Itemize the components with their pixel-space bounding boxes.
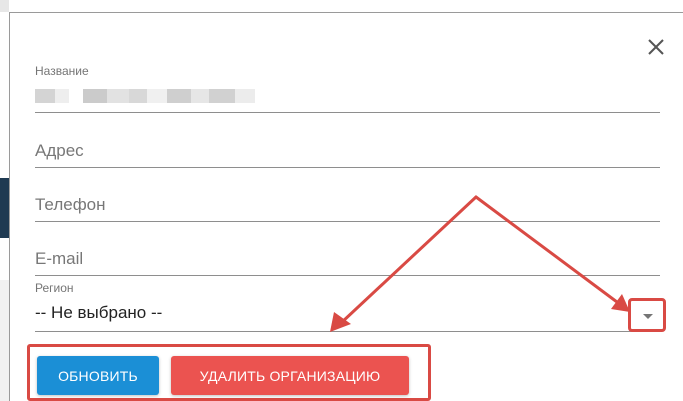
caret-down-icon	[643, 314, 653, 319]
close-button[interactable]	[644, 35, 668, 59]
screenshot-stage: Название Адрес Телефон E-mail Регион --	[0, 0, 683, 401]
email-field[interactable]: E-mail	[35, 236, 660, 276]
name-field-label: Название	[35, 64, 89, 78]
close-icon	[648, 39, 664, 55]
address-field[interactable]: Адрес	[35, 128, 660, 168]
name-field-underline	[35, 112, 660, 113]
region-select[interactable]: Регион -- Не выбрано --	[35, 280, 660, 332]
background-page-strip	[0, 0, 9, 12]
address-field-underline	[35, 167, 660, 168]
email-field-placeholder: E-mail	[35, 249, 84, 268]
phone-field-underline	[35, 221, 660, 222]
region-dropdown-toggle[interactable]	[628, 298, 666, 332]
region-select-value: -- Не выбрано --	[35, 303, 163, 322]
name-field[interactable]: Название	[35, 60, 660, 113]
region-select-underline	[35, 331, 660, 332]
email-field-underline	[35, 275, 660, 276]
update-button[interactable]: ОБНОВИТЬ	[37, 356, 159, 395]
address-field-placeholder: Адрес	[35, 141, 84, 160]
phone-field-placeholder: Телефон	[35, 195, 106, 214]
background-page-strip	[0, 280, 9, 401]
delete-organization-button[interactable]: УДАЛИТЬ ОРГАНИЗАЦИЮ	[171, 356, 409, 395]
background-page-strip	[0, 178, 9, 238]
region-select-label: Регион	[35, 281, 74, 295]
phone-field[interactable]: Телефон	[35, 182, 660, 222]
name-field-redacted-value	[35, 85, 260, 111]
